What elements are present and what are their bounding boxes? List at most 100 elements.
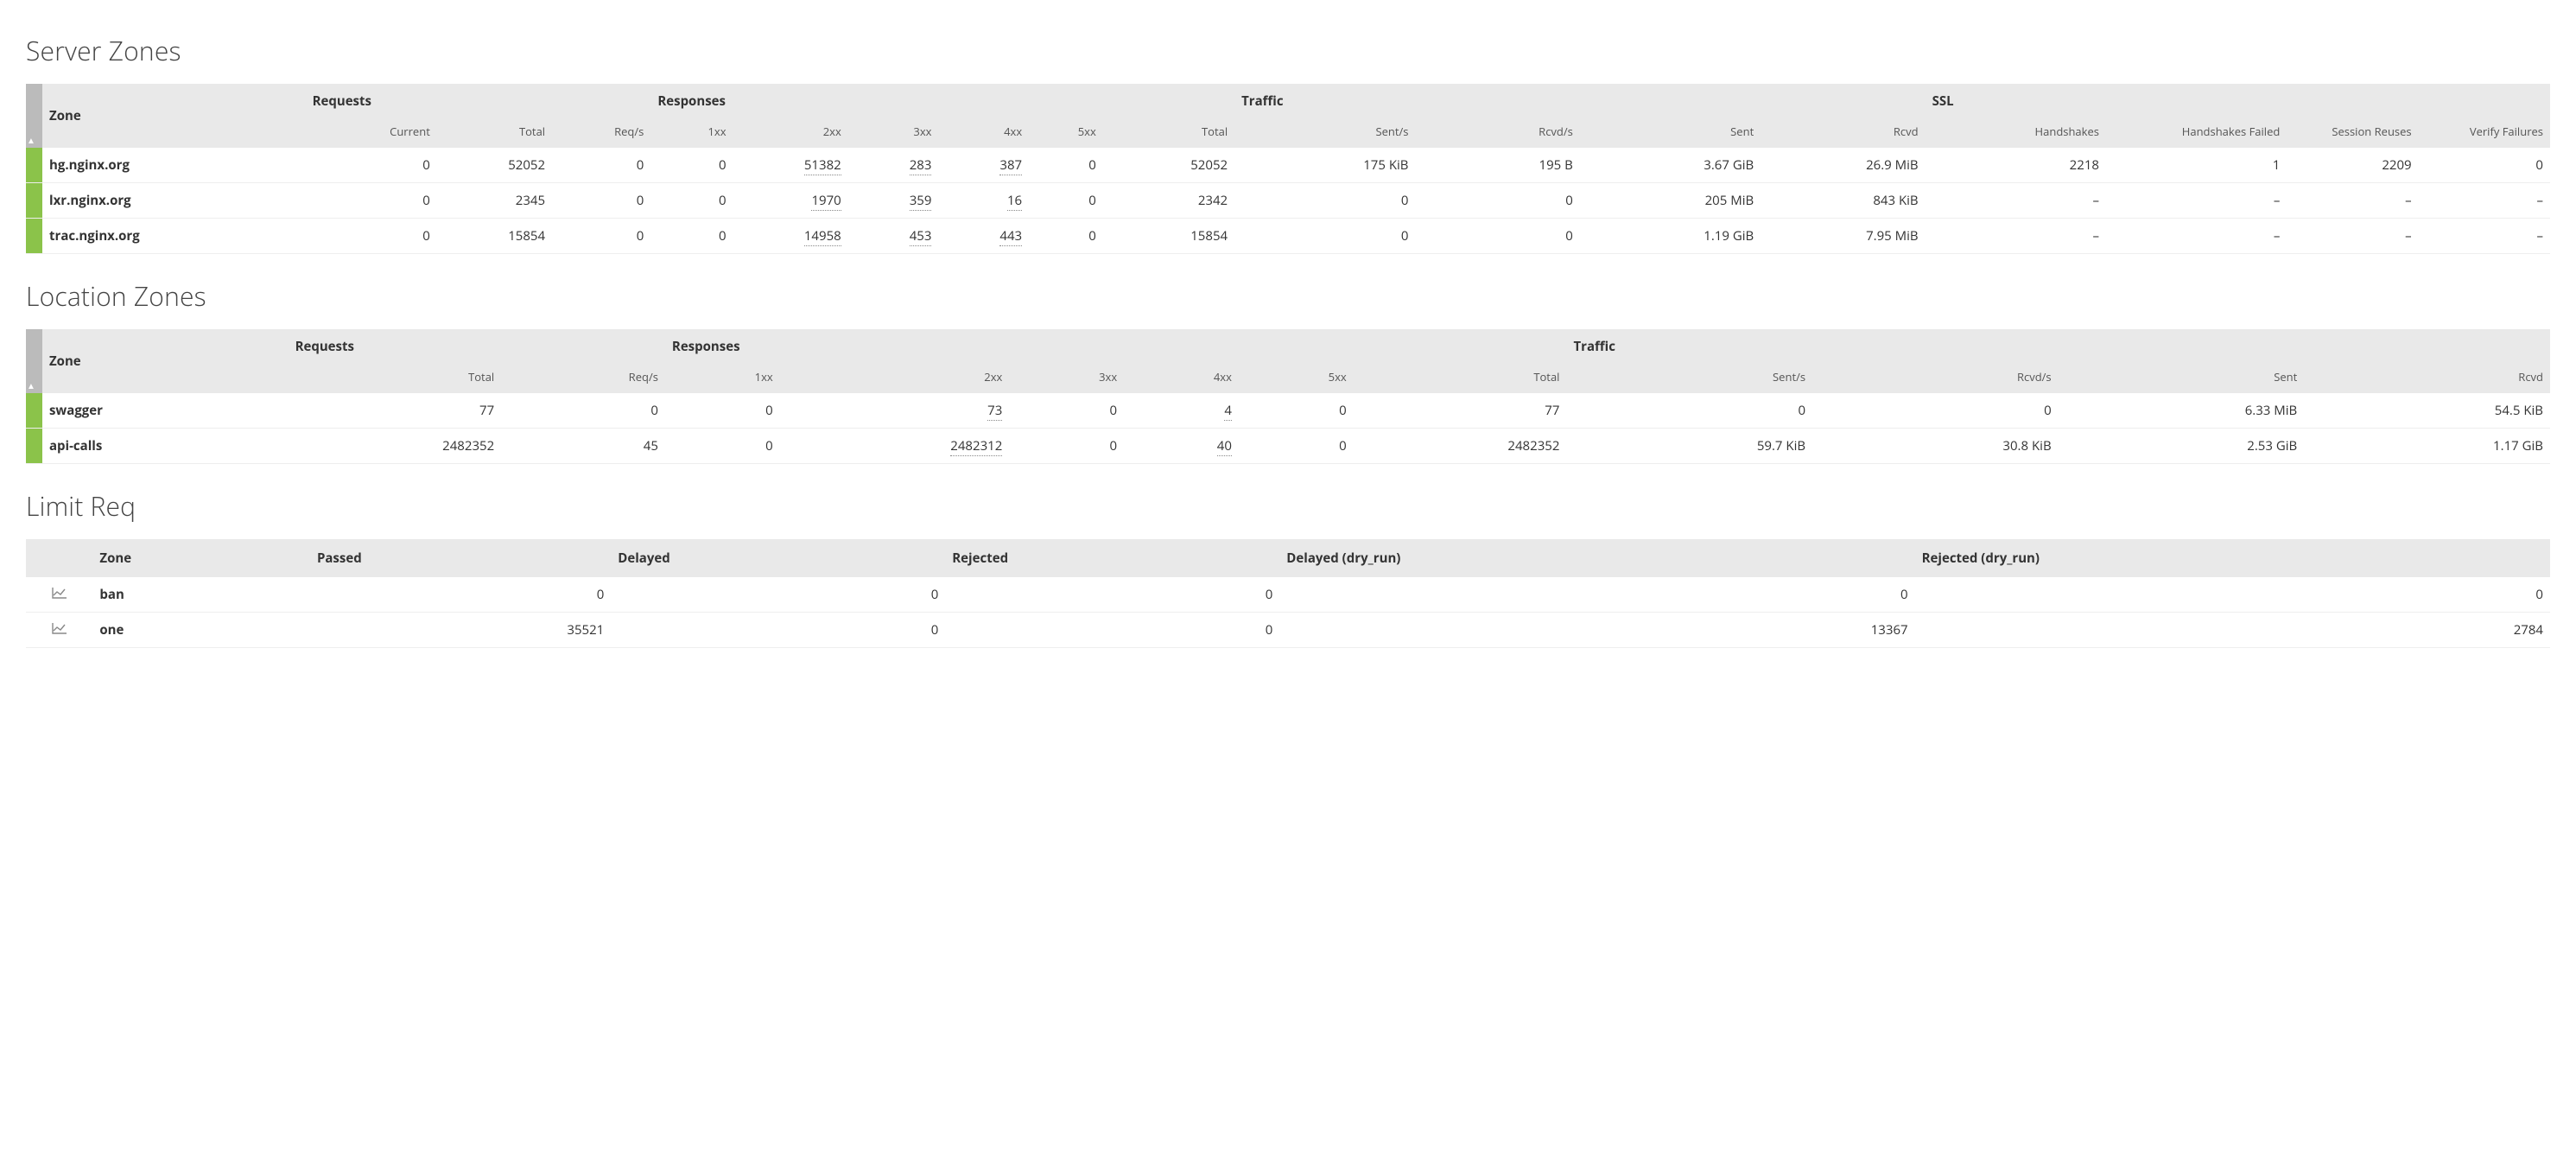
status-indicator <box>26 429 42 464</box>
sub-rcvd[interactable]: Rcvd <box>2304 364 2550 393</box>
sub-session-reuses[interactable]: Session Reuses <box>2287 118 2418 148</box>
sub-5xx[interactable]: 5xx <box>1239 364 1354 393</box>
sub-sents[interactable]: Sent/s <box>1566 364 1812 393</box>
sub-handshakes-failed[interactable]: Handshakes Failed <box>2106 118 2287 148</box>
sub-5xx[interactable]: 5xx <box>1029 118 1103 148</box>
sub-2xx[interactable]: 2xx <box>733 118 848 148</box>
cell-sent: 1.19 GiB <box>1580 219 1761 254</box>
cell-4xx: 443 <box>938 219 1029 254</box>
sub-handshakes[interactable]: Handshakes <box>1926 118 2106 148</box>
table-row: swagger77007304077006.33 MiB54.5 KiB <box>26 393 2550 429</box>
cell-4xx: 387 <box>938 148 1029 183</box>
sub-reqs[interactable]: Req/s <box>552 118 650 148</box>
col-responses[interactable]: Responses <box>650 84 1234 118</box>
sub-total[interactable]: Total <box>289 364 502 393</box>
status-column-header[interactable]: ▲ <box>26 84 42 148</box>
cell-verify-failures: – <box>2419 183 2550 219</box>
cell-sents: 59.7 KiB <box>1566 429 1812 464</box>
location-zones-title: Location Zones <box>26 278 2550 314</box>
cell-rcvd: 843 KiB <box>1761 183 1925 219</box>
sub-current[interactable]: Current <box>306 118 437 148</box>
status-indicator <box>26 219 42 254</box>
cell-delayed: 0 <box>611 577 945 613</box>
cell-rcvds: 195 B <box>1416 148 1580 183</box>
col-delayed-dry[interactable]: Delayed (dry_run) <box>1279 539 1914 577</box>
table-row: ban00000 <box>26 577 2550 613</box>
cell-resp-total: 77 <box>1354 393 1567 429</box>
col-zone[interactable]: Zone <box>42 329 289 393</box>
sub-2xx[interactable]: 2xx <box>780 364 1010 393</box>
col-zone[interactable]: Zone <box>42 84 306 148</box>
cell-reqs: 0 <box>552 219 650 254</box>
cell-reqs: 0 <box>501 393 665 429</box>
cell-sents: 175 KiB <box>1234 148 1415 183</box>
cell-current: 0 <box>306 148 437 183</box>
sub-3xx[interactable]: 3xx <box>848 118 939 148</box>
sub-1xx[interactable]: 1xx <box>650 118 733 148</box>
cell-sent: 205 MiB <box>1580 183 1761 219</box>
col-zone[interactable]: Zone <box>92 539 310 577</box>
cell-rcvd: 54.5 KiB <box>2304 393 2550 429</box>
sub-resp-total[interactable]: Total <box>1354 364 1567 393</box>
col-ssl[interactable]: SSL <box>1926 84 2550 118</box>
col-responses[interactable]: Responses <box>665 329 1567 364</box>
sub-reqs[interactable]: Req/s <box>501 364 665 393</box>
cell-sents: 0 <box>1234 219 1415 254</box>
cell-resp-total: 2482352 <box>1354 429 1567 464</box>
sub-4xx[interactable]: 4xx <box>1124 364 1239 393</box>
col-requests[interactable]: Requests <box>306 84 651 118</box>
cell-3xx: 453 <box>848 219 939 254</box>
col-traffic[interactable]: Traffic <box>1234 84 1925 118</box>
sub-sent[interactable]: Sent <box>1580 118 1761 148</box>
cell-1xx: 0 <box>650 183 733 219</box>
sub-sent[interactable]: Sent <box>2059 364 2305 393</box>
chart-icon[interactable] <box>52 622 67 634</box>
limit-req-title: Limit Req <box>26 488 2550 524</box>
sub-3xx[interactable]: 3xx <box>1009 364 1124 393</box>
sub-verify-failures[interactable]: Verify Failures <box>2419 118 2550 148</box>
cell-sent: 2.53 GiB <box>2059 429 2305 464</box>
graph-cell[interactable] <box>26 613 92 648</box>
cell-3xx: 0 <box>1009 429 1124 464</box>
cell-3xx: 0 <box>1009 393 1124 429</box>
cell-rejected-dry: 0 <box>1915 577 2550 613</box>
cell-rejected-dry: 2784 <box>1915 613 2550 648</box>
location-zones-table: ▲ Zone Requests Responses Traffic Total … <box>26 329 2550 464</box>
sub-rcvds[interactable]: Rcvd/s <box>1812 364 2059 393</box>
sub-total[interactable]: Total <box>437 118 552 148</box>
cell-reqs: 0 <box>552 183 650 219</box>
cell-rcvds: 0 <box>1416 183 1580 219</box>
col-rejected-dry[interactable]: Rejected (dry_run) <box>1915 539 2550 577</box>
cell-4xx: 4 <box>1124 393 1239 429</box>
cell-sents: 0 <box>1234 183 1415 219</box>
cell-reqs: 45 <box>501 429 665 464</box>
status-indicator <box>26 148 42 183</box>
limit-req-table: Zone Passed Delayed Rejected Delayed (dr… <box>26 539 2550 648</box>
sub-rcvds[interactable]: Rcvd/s <box>1416 118 1580 148</box>
col-requests[interactable]: Requests <box>289 329 665 364</box>
sub-1xx[interactable]: 1xx <box>665 364 780 393</box>
sub-rcvd[interactable]: Rcvd <box>1761 118 1925 148</box>
cell-total: 2482352 <box>289 429 502 464</box>
cell-handshakes-failed: – <box>2106 183 2287 219</box>
sub-resp-total[interactable]: Total <box>1103 118 1234 148</box>
cell-2xx: 2482312 <box>780 429 1010 464</box>
sub-sents[interactable]: Sent/s <box>1234 118 1415 148</box>
table-row: lxr.nginx.org02345001970359160234200205 … <box>26 183 2550 219</box>
graph-col-header <box>26 539 92 577</box>
graph-cell[interactable] <box>26 577 92 613</box>
cell-5xx: 0 <box>1029 148 1103 183</box>
cell-handshakes: – <box>1926 183 2106 219</box>
col-passed[interactable]: Passed <box>310 539 611 577</box>
status-column-header[interactable]: ▲ <box>26 329 42 393</box>
cell-passed: 0 <box>310 577 611 613</box>
chart-icon[interactable] <box>52 587 67 599</box>
col-traffic[interactable]: Traffic <box>1566 329 2550 364</box>
cell-rcvd: 7.95 MiB <box>1761 219 1925 254</box>
sub-4xx[interactable]: 4xx <box>938 118 1029 148</box>
col-delayed[interactable]: Delayed <box>611 539 945 577</box>
cell-5xx: 0 <box>1239 429 1354 464</box>
cell-current: 0 <box>306 183 437 219</box>
col-rejected[interactable]: Rejected <box>945 539 1279 577</box>
cell-resp-total: 2342 <box>1103 183 1234 219</box>
